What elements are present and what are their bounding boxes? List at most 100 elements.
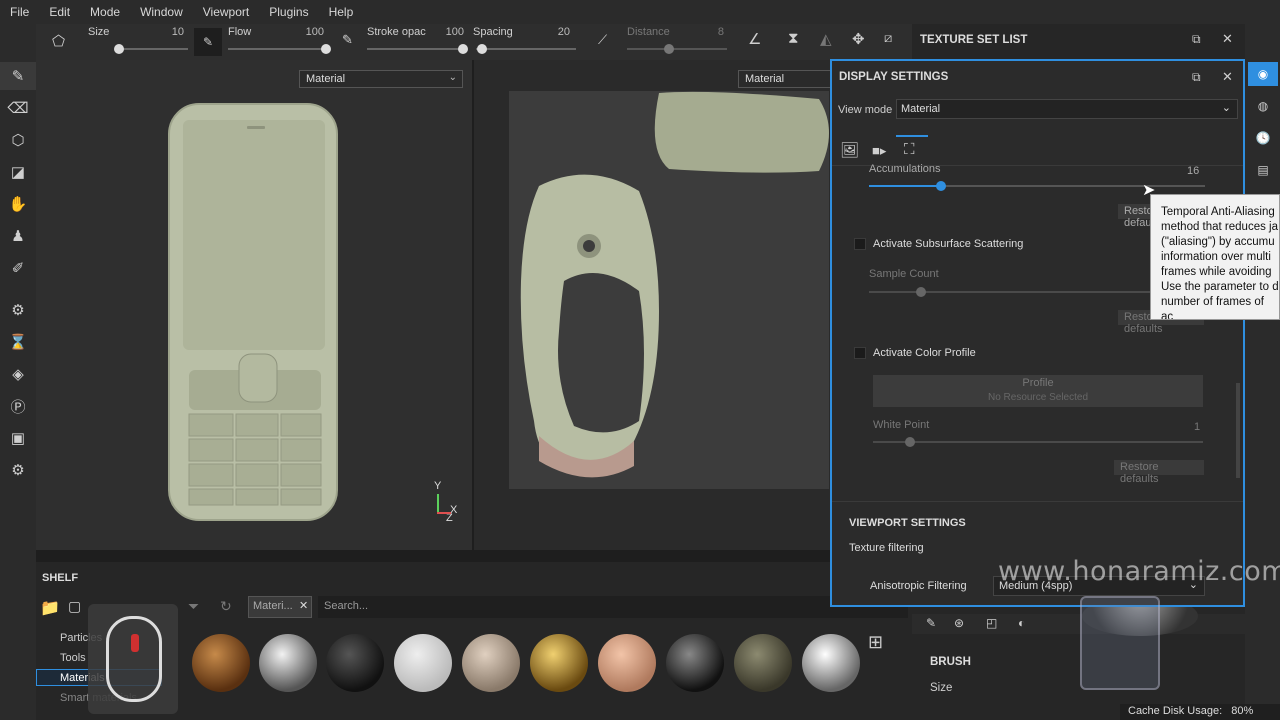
transform-icon[interactable]: ✥ xyxy=(852,30,865,48)
shader-settings-icon[interactable]: ◍ xyxy=(1248,94,1278,118)
stroke-opacity-slider-knob[interactable] xyxy=(458,44,468,54)
size-slider[interactable] xyxy=(116,48,188,50)
settings-icon[interactable]: ⚙ xyxy=(0,456,36,484)
export-icon[interactable]: ▣ xyxy=(0,424,36,452)
camera-tab-icon[interactable]: ■▸ xyxy=(872,143,886,159)
material-sphere-fabric[interactable] xyxy=(734,634,792,692)
view-mode-select[interactable]: Material ⌄ xyxy=(896,99,1238,119)
white-point-value[interactable]: 1 xyxy=(1194,421,1200,433)
folder-icon[interactable]: 📁 xyxy=(40,598,60,618)
spacing-slider[interactable] xyxy=(476,48,576,50)
menu-viewport[interactable]: Viewport xyxy=(193,5,259,19)
stroke-opacity-value[interactable]: 100 xyxy=(434,26,464,38)
alpha-icon[interactable]: ⊛ xyxy=(954,616,964,630)
paint-brush-icon[interactable]: ✎ xyxy=(0,62,36,90)
white-point-slider[interactable] xyxy=(873,441,1203,443)
settings-toggle-icon[interactable]: ⧄ xyxy=(884,30,892,46)
shelf-search-input[interactable]: Search... xyxy=(318,596,908,618)
subsurface-checkbox[interactable] xyxy=(854,238,866,250)
restore-defaults-button-3[interactable]: Restore defaults xyxy=(1114,460,1204,485)
distance-slider[interactable] xyxy=(627,48,727,50)
image-tab-icon[interactable]: 🖼 xyxy=(840,141,859,159)
stencil-icon[interactable]: ⬠ xyxy=(52,32,65,50)
material-sphere-rubber[interactable] xyxy=(666,634,724,692)
menu-plugins[interactable]: Plugins xyxy=(259,5,318,19)
log-icon[interactable]: ▤ xyxy=(1248,158,1278,182)
eraser-icon[interactable]: ⌫ xyxy=(0,94,36,122)
clone-stamp-icon[interactable]: ♟ xyxy=(0,222,36,250)
viewport-3d[interactable]: Material ⌄ Y X Z xyxy=(36,60,472,550)
material-sphere-leaf[interactable] xyxy=(394,634,452,692)
filter-icon[interactable]: ⏷ xyxy=(188,598,199,615)
mirror-icon[interactable]: ◭ xyxy=(820,30,832,48)
material-sphere-black[interactable] xyxy=(326,634,384,692)
profile-resource-button[interactable]: Profile No Resource Selected xyxy=(873,375,1203,407)
dock-icon[interactable]: ⧉ xyxy=(1192,70,1201,85)
menu-help[interactable]: Help xyxy=(319,5,364,19)
close-icon[interactable]: ✕ xyxy=(1222,31,1233,47)
grid-view-icon[interactable]: ⊞ xyxy=(868,632,883,653)
distance-label: Distance xyxy=(627,26,670,38)
polygon-fill-icon[interactable]: ◪ xyxy=(0,158,36,186)
close-icon[interactable]: ✕ xyxy=(1222,69,1233,85)
maximize-icon[interactable]: ⧉ xyxy=(1192,32,1201,47)
shelf-category-tools[interactable]: Tools xyxy=(60,652,86,664)
distance-slider-knob[interactable] xyxy=(664,44,674,54)
pen-pressure-icon[interactable]: ✎ xyxy=(194,28,222,56)
spacing-slider-knob[interactable] xyxy=(477,44,487,54)
accumulations-value[interactable]: 16 xyxy=(1187,165,1199,177)
symmetry-icon[interactable]: ⧗ xyxy=(788,30,799,47)
menu-mode[interactable]: Mode xyxy=(80,5,130,19)
stencil-tab-icon[interactable]: ◰ xyxy=(986,616,997,630)
spacing-value[interactable]: 20 xyxy=(540,26,570,38)
flow-value[interactable]: 100 xyxy=(294,26,324,38)
flow-slider-knob[interactable] xyxy=(321,44,331,54)
new-file-icon[interactable]: ▢ xyxy=(68,598,81,615)
refresh-icon[interactable]: ↻ xyxy=(220,598,232,615)
viewport-2d[interactable]: Material xyxy=(474,60,838,550)
close-icon[interactable]: ✕ xyxy=(299,599,308,612)
bake-icon[interactable]: ⚙ xyxy=(0,296,36,324)
brush-tool-icon[interactable]: ✎ xyxy=(926,616,936,630)
viewport-settings-title: VIEWPORT SETTINGS xyxy=(849,517,966,529)
viewport-2d-mode-select[interactable]: Material xyxy=(738,70,838,88)
flow-slider[interactable] xyxy=(228,48,328,50)
hourglass-icon[interactable]: ⌛ xyxy=(0,328,36,356)
texture-filtering-label: Texture filtering xyxy=(849,542,924,554)
scrollbar[interactable] xyxy=(1236,383,1240,478)
material-sphere-chrome[interactable] xyxy=(259,634,317,692)
shelf-filter-tag[interactable]: Materi... ✕ xyxy=(248,596,312,618)
color-profile-checkbox[interactable] xyxy=(854,347,866,359)
material-tab-icon[interactable]: ◐ xyxy=(1018,616,1025,630)
stroke-opacity-slider[interactable] xyxy=(367,48,467,50)
menu-file[interactable]: File xyxy=(0,5,39,19)
layers-icon[interactable]: ◈ xyxy=(0,360,36,388)
material-sphere-silver[interactable] xyxy=(802,634,860,692)
color-picker-icon[interactable]: ✐ xyxy=(0,254,36,282)
tooltip-line: frames while avoiding xyxy=(1161,266,1272,278)
history-icon[interactable]: 🕓 xyxy=(1248,126,1278,150)
distance-value[interactable]: 8 xyxy=(694,26,724,38)
white-point-slider-knob[interactable] xyxy=(905,437,915,447)
flow-pressure-icon[interactable]: ✎ xyxy=(342,32,353,48)
viewport-3d-mode-select[interactable]: Material ⌄ xyxy=(299,70,463,88)
accumulations-slider-knob[interactable] xyxy=(936,181,946,191)
stroke-opacity-label: Stroke opac xyxy=(367,26,426,38)
size-slider-knob[interactable] xyxy=(114,44,124,54)
menu-window[interactable]: Window xyxy=(130,5,193,19)
lazy-mouse-icon[interactable]: ⟋ xyxy=(598,32,607,48)
display-settings-icon[interactable]: ◉ xyxy=(1248,62,1278,86)
menu-edit[interactable]: Edit xyxy=(39,5,80,19)
viewer-tab-icon[interactable]: ⛶ xyxy=(904,141,915,158)
material-sphere-gold[interactable] xyxy=(530,634,588,692)
smudge-icon[interactable]: ✋ xyxy=(0,190,36,218)
material-sphere-skin[interactable] xyxy=(598,634,656,692)
sample-count-slider-knob[interactable] xyxy=(916,287,926,297)
material-sphere-copper[interactable] xyxy=(192,634,250,692)
angle-icon[interactable]: ∠ xyxy=(748,30,761,48)
material-sphere-plaster[interactable] xyxy=(462,634,520,692)
projection-icon[interactable]: ⬡ xyxy=(0,126,36,154)
size-value[interactable]: 10 xyxy=(154,26,184,38)
display-settings-panel: DISPLAY SETTINGS ⧉ ✕ View mode Material … xyxy=(830,59,1245,607)
photoshop-icon[interactable]: Ⓟ xyxy=(0,392,36,420)
